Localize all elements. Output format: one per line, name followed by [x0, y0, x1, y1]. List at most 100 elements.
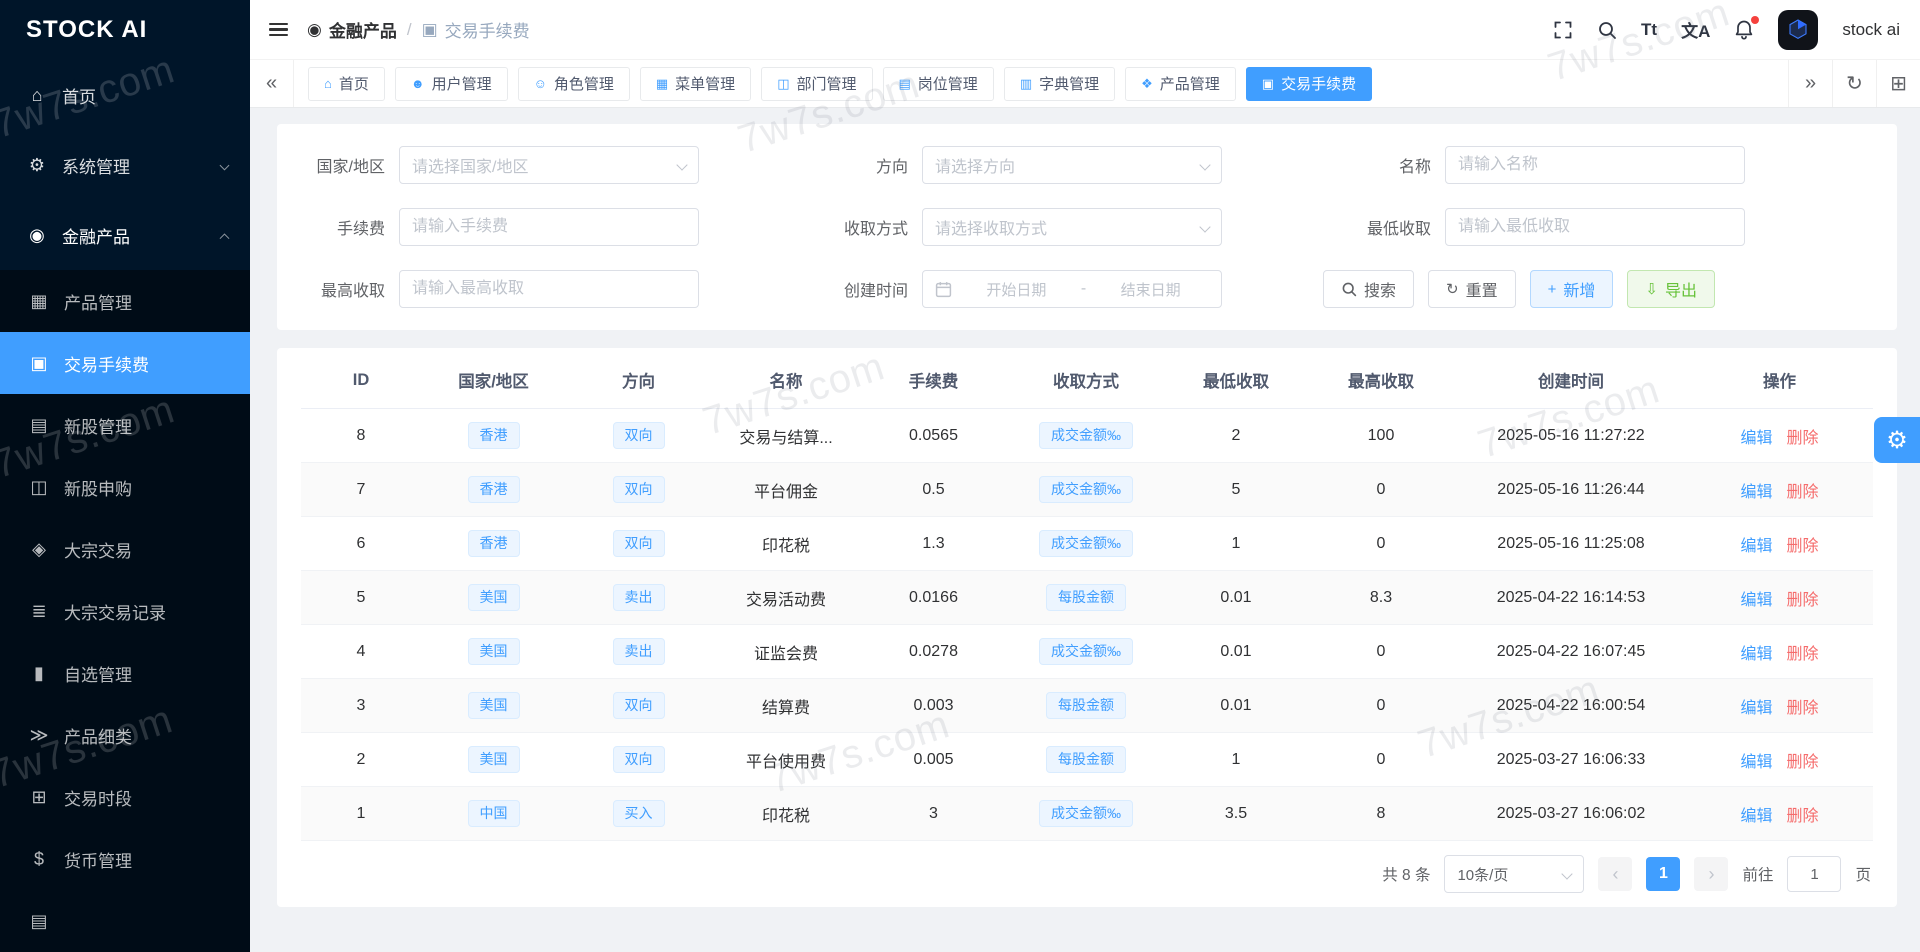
block-trade-icon: ◈ — [32, 538, 46, 559]
delete-link[interactable]: 删除 — [1787, 748, 1819, 772]
tab-role-mgmt[interactable]: ☺ 角色管理 — [517, 66, 630, 101]
refresh-icon[interactable]: ↻ — [1832, 60, 1876, 107]
add-button[interactable]: + 新增 — [1529, 270, 1614, 308]
direction-tag: 双向 — [612, 422, 665, 449]
prev-page-button[interactable]: ‹ — [1598, 857, 1633, 891]
tabs-scroll-left-icon[interactable]: « — [250, 60, 294, 107]
sidebar-item-system[interactable]: ⚙ 系统管理 — [0, 130, 250, 200]
sidebar-item-trading-hours[interactable]: ⊞ 交易时段 — [0, 766, 250, 828]
menu-toggle-icon[interactable] — [266, 16, 291, 43]
avatar[interactable] — [1778, 9, 1819, 50]
tab-post-mgmt[interactable]: ▤ 岗位管理 — [882, 66, 994, 101]
table-row: 8 香港 双向 交易与结算... 0.0565 成交金额‰ 2 100 2025… — [301, 409, 1873, 463]
filter-field-fee: 手续费 — [277, 208, 800, 246]
tab-user-mgmt[interactable]: ☻ 用户管理 — [394, 66, 508, 101]
edit-link[interactable]: 编辑 — [1740, 694, 1772, 718]
notification-bell-icon[interactable] — [1734, 16, 1760, 40]
method-select[interactable]: 请选择收取方式 — [922, 208, 1222, 246]
sidebar-item-product-mgmt[interactable]: ▦ 产品管理 — [0, 270, 250, 332]
tab-menu-mgmt[interactable]: ▦ 菜单管理 — [639, 66, 752, 101]
sidebar-item-newstock-mgmt[interactable]: ▤ 新股管理 — [0, 394, 250, 456]
name-input[interactable] — [1445, 146, 1745, 184]
tab-trade-fee[interactable]: ▣ 交易手续费 — [1245, 66, 1373, 101]
sidebar-item-watchlist[interactable]: ▮ 自选管理 — [0, 642, 250, 704]
direction-select[interactable]: 请选择方向 — [922, 146, 1222, 184]
edit-link[interactable]: 编辑 — [1740, 802, 1772, 826]
delete-link[interactable]: 删除 — [1787, 586, 1819, 610]
direction-tag: 双向 — [612, 530, 665, 557]
sidebar-item-product-subcategory[interactable]: ≫ 产品细类 — [0, 704, 250, 766]
edit-link[interactable]: 编辑 — [1740, 424, 1772, 448]
sidebar-item-label: 交易时段 — [64, 789, 132, 809]
sidebar-item-finance[interactable]: ◉ 金融产品 — [0, 200, 250, 270]
font-size-icon[interactable]: Tt — [1641, 20, 1657, 40]
home-icon: ⌂ — [324, 76, 332, 91]
edit-link[interactable]: 编辑 — [1740, 748, 1772, 772]
finance-icon: ◉ — [307, 19, 322, 39]
sidebar-item-block-trade-records[interactable]: ≣ 大宗交易记录 — [0, 580, 250, 642]
username-label[interactable]: stock ai — [1842, 20, 1900, 40]
sidebar-item-block-trade[interactable]: ◈ 大宗交易 — [0, 518, 250, 580]
cell-id: 2 — [356, 750, 366, 768]
page-size-select[interactable]: 10条/页 — [1444, 855, 1585, 893]
fee-input[interactable] — [399, 208, 699, 246]
method-tag: 成交金额‰ — [1039, 476, 1133, 503]
settings-fab[interactable]: ⚙ — [1874, 417, 1920, 463]
cell-max: 8 — [1376, 804, 1386, 822]
pagination: 共 8 条 10条/页 ‹ 1 › 前往 页 — [301, 841, 1873, 907]
delete-link[interactable]: 删除 — [1787, 640, 1819, 664]
goto-page-input[interactable] — [1787, 856, 1842, 892]
sidebar-item-partial[interactable]: ▤ — [0, 890, 250, 952]
chevron-down-icon — [219, 160, 230, 170]
header-toolbar: Tt 文A stock ai — [1553, 9, 1900, 50]
breadcrumb-parent[interactable]: ◉ 金融产品 — [307, 17, 397, 42]
column-header-actions: 操作 — [1763, 373, 1796, 391]
cell-direction: 双向 — [566, 409, 711, 462]
records-list-icon: ≣ — [31, 600, 47, 621]
edit-link[interactable]: 编辑 — [1740, 586, 1772, 610]
tab-dict-mgmt[interactable]: ▥ 字典管理 — [1003, 66, 1116, 101]
edit-link[interactable]: 编辑 — [1740, 640, 1772, 664]
delete-link[interactable]: 删除 — [1787, 424, 1819, 448]
sidebar-item-trade-fee[interactable]: ▣ 交易手续费 — [0, 332, 250, 394]
delete-link[interactable]: 删除 — [1787, 694, 1819, 718]
sidebar-item-home[interactable]: ⌂ 首页 — [0, 60, 250, 130]
table-row: 1 中国 买入 印花税 3 成交金额‰ 3.5 8 2025-03-27 16:… — [301, 787, 1873, 841]
layout-grid-icon[interactable]: ⊞ — [1876, 60, 1920, 107]
tab-label: 字典管理 — [1039, 76, 1100, 93]
reset-button[interactable]: ↻ 重置 — [1428, 270, 1516, 308]
page-number-button[interactable]: 1 — [1646, 857, 1681, 891]
max-charge-input[interactable] — [399, 270, 699, 308]
tab-product-mgmt[interactable]: ❖ 产品管理 — [1125, 66, 1236, 101]
next-page-button[interactable]: › — [1694, 857, 1729, 891]
delete-link[interactable]: 删除 — [1787, 532, 1819, 556]
export-button[interactable]: ⇩ 导出 — [1627, 270, 1715, 308]
date-range-picker[interactable]: 开始日期 - 结束日期 — [922, 270, 1222, 308]
sidebar-item-newstock-subscribe[interactable]: ◫ 新股申购 — [0, 456, 250, 518]
column-header-fee: 手续费 — [908, 373, 959, 391]
sidebar-item-currency-mgmt[interactable]: $ 货币管理 — [0, 828, 250, 890]
tabs-scroll-right-icon[interactable]: » — [1788, 60, 1832, 107]
translate-icon[interactable]: 文A — [1681, 17, 1710, 42]
tab-dept-mgmt[interactable]: ◫ 部门管理 — [761, 66, 873, 101]
delete-link[interactable]: 删除 — [1787, 802, 1819, 826]
chevron-down-icon — [1561, 868, 1574, 880]
tab-home[interactable]: ⌂ 首页 — [308, 66, 385, 101]
select-placeholder: 请选择国家/地区 — [412, 159, 529, 176]
edit-link[interactable]: 编辑 — [1740, 478, 1772, 502]
finance-icon: ◉ — [29, 224, 45, 245]
min-charge-input[interactable] — [1445, 208, 1745, 246]
cell-direction: 双向 — [566, 733, 711, 786]
edit-link[interactable]: 编辑 — [1740, 532, 1772, 556]
country-select[interactable]: 请选择国家/地区 — [399, 146, 699, 184]
calendar-icon — [935, 281, 952, 297]
table-row: 3 美国 双向 结算费 0.003 每股金额 0.01 0 2025-04-22… — [301, 679, 1873, 733]
plus-icon: + — [1547, 280, 1557, 298]
search-icon[interactable] — [1597, 20, 1617, 40]
fullscreen-icon[interactable] — [1553, 20, 1573, 40]
cell-name: 结算费 — [761, 699, 810, 717]
delete-link[interactable]: 删除 — [1787, 478, 1819, 502]
country-tag: 美国 — [467, 692, 520, 719]
search-button[interactable]: 搜索 — [1323, 270, 1415, 308]
column-header-country: 国家/地区 — [458, 373, 529, 391]
